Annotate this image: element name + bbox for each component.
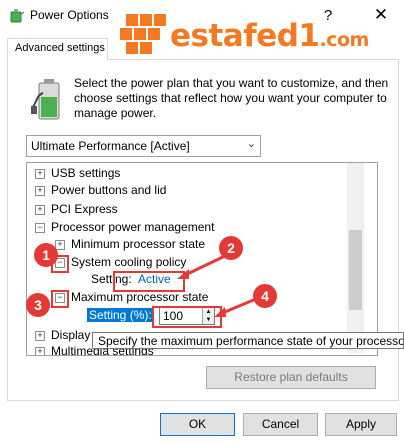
tree-item-label: PCI Express	[51, 202, 118, 216]
logo-square	[154, 14, 166, 26]
chevron-down-icon: ⌄	[246, 138, 256, 150]
tree-item-label: System cooling policy	[71, 255, 187, 269]
logo-square	[134, 28, 146, 40]
power-plan-select[interactable]: Ultimate Performance [Active] ⌄	[26, 135, 261, 157]
logo-square	[126, 42, 138, 54]
logo-square	[140, 42, 152, 54]
annotation-box-max-toggle	[51, 290, 69, 308]
logo-square	[140, 14, 152, 26]
restore-plan-defaults-button[interactable]: Restore plan defaults	[206, 366, 376, 389]
watermark-text: estafed1.com	[170, 18, 369, 54]
expand-icon[interactable]: +	[35, 205, 45, 215]
scrollbar-thumb[interactable]	[349, 230, 362, 310]
watermark-logo	[118, 14, 166, 58]
tree-item-label: Power buttons and lid	[51, 183, 167, 197]
tree-item-label: Minimum processor state	[71, 237, 206, 251]
watermark-name: estafed1	[170, 18, 320, 54]
tab-label: Advanced settings	[15, 42, 105, 54]
power-options-icon	[9, 8, 25, 24]
tree-item-label: Display	[51, 328, 91, 342]
ok-button[interactable]: OK	[160, 413, 235, 436]
tooltip: Specify the maximum performance state of…	[92, 332, 404, 349]
logo-square	[126, 14, 138, 26]
annotation-marker-1: 1	[34, 243, 58, 267]
annotation-marker-3: 3	[26, 293, 50, 317]
watermark-tld: .com	[319, 29, 370, 51]
logo-square	[148, 28, 160, 40]
annotation-marker-2: 2	[219, 236, 243, 260]
power-plan-value: Ultimate Performance [Active]	[31, 139, 190, 153]
expand-icon[interactable]: +	[35, 347, 45, 355]
window-title: Power Options	[30, 8, 109, 22]
tree-item-label: Processor power management	[51, 220, 215, 234]
cancel-button[interactable]: Cancel	[243, 413, 318, 436]
tab-advanced-settings[interactable]: Advanced settings	[7, 38, 108, 60]
expand-icon[interactable]: +	[35, 169, 45, 179]
apply-button[interactable]: Apply	[325, 413, 397, 436]
battery-icon	[31, 77, 67, 123]
logo-square	[120, 28, 132, 40]
expand-icon[interactable]: +	[35, 186, 45, 196]
description-text: Select the power plan that you want to c…	[74, 76, 389, 120]
collapse-icon[interactable]: −	[35, 223, 45, 233]
max-setting-label: Setting (%):	[87, 308, 154, 322]
close-button[interactable]: ✕	[366, 4, 396, 26]
annotation-marker-4: 4	[253, 284, 277, 308]
expand-icon[interactable]: +	[35, 331, 45, 341]
tree-item-label: USB settings	[51, 166, 121, 180]
